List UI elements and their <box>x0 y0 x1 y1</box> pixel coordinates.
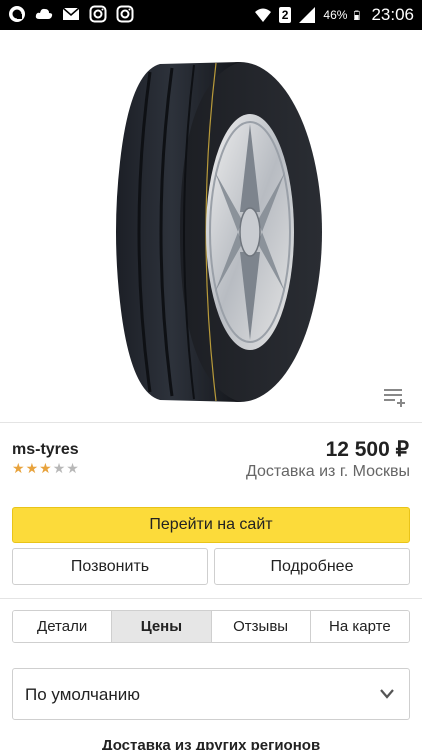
status-bar-system: 2 46% 23:06 <box>254 5 414 25</box>
shop-name[interactable]: ms-tyres <box>12 441 79 459</box>
star-icon: ★ <box>52 460 66 476</box>
tab-reviews[interactable]: Отзывы <box>211 611 311 642</box>
sort-selected-value: По умолчанию <box>25 685 140 704</box>
add-to-list-icon[interactable] <box>383 386 405 408</box>
tire-product-image[interactable] <box>90 52 330 412</box>
star-icon: ★ <box>66 460 79 476</box>
mail-icon <box>62 7 80 20</box>
star-icon: ★ <box>25 460 39 476</box>
section-heading: Доставка из других регионов <box>101 737 321 750</box>
wifi-icon <box>254 8 271 22</box>
shop-rating: ★ ★ ★ ★ ★ <box>12 460 79 476</box>
more-details-button[interactable]: Подробнее <box>214 548 410 585</box>
notification-app-icon <box>9 6 25 22</box>
chevron-down-icon <box>380 689 394 699</box>
sort-select[interactable]: По умолчанию <box>12 668 410 720</box>
cloud-icon <box>35 8 53 19</box>
offer-price: 12 500 ₽ <box>325 438 409 461</box>
battery-percent: 46% <box>323 8 348 22</box>
product-image-area[interactable] <box>0 30 422 423</box>
sim-slot-badge: 2 <box>278 7 292 23</box>
divider <box>0 598 422 599</box>
star-icon: ★ <box>12 460 25 476</box>
tab-bar: Детали Цены Отзывы На карте <box>12 610 410 643</box>
clock: 23:06 <box>371 5 414 24</box>
call-button[interactable]: Позвонить <box>12 548 208 585</box>
instagram-icon <box>89 5 107 23</box>
tab-prices[interactable]: Цены <box>112 611 212 642</box>
star-icon: ★ <box>39 460 52 476</box>
instagram-icon <box>116 5 134 23</box>
status-bar-notifications <box>8 5 134 23</box>
status-bar: 2 46% 23:06 <box>0 0 422 30</box>
go-to-site-button[interactable]: Перейти на сайт <box>12 507 410 543</box>
tab-details[interactable]: Детали <box>13 611 113 642</box>
tab-map[interactable]: На карте <box>310 611 409 642</box>
battery-icon <box>354 10 361 20</box>
delivery-info: Доставка из г. Москвы <box>245 463 410 480</box>
signal-icon <box>299 7 316 23</box>
